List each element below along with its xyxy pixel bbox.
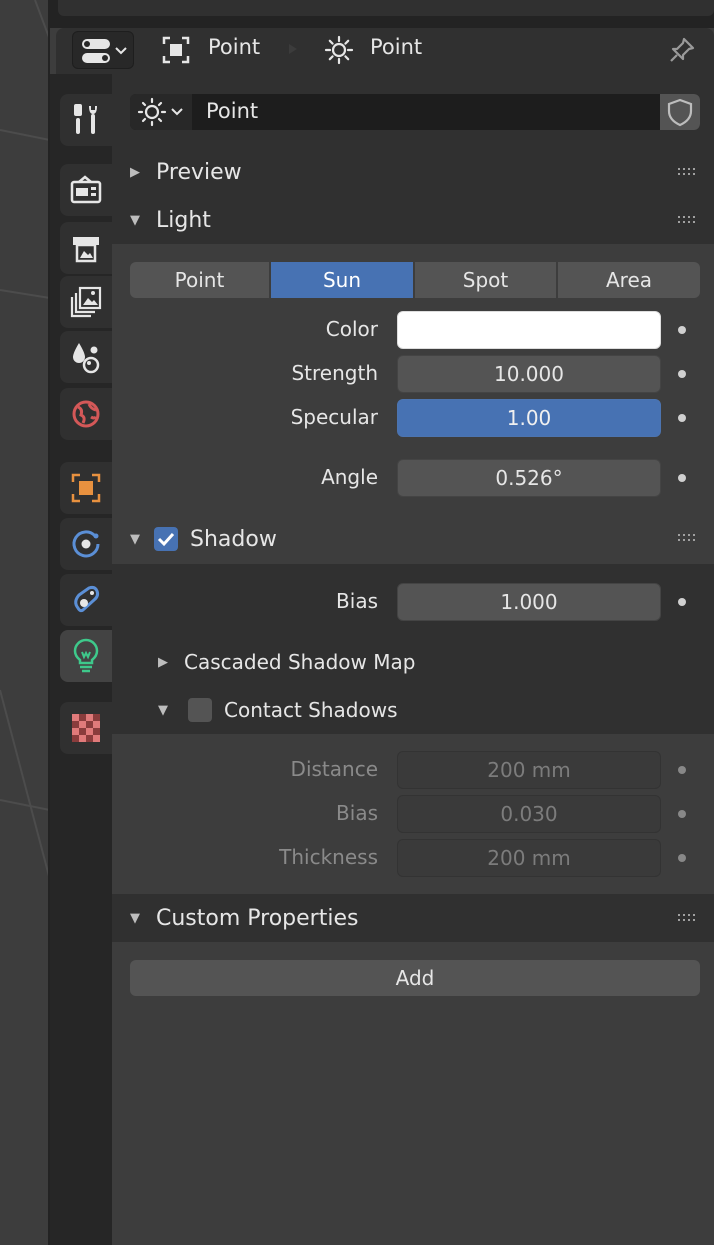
panel-shadow-title: Shadow [190, 526, 277, 552]
tab-physics[interactable] [60, 518, 112, 570]
object-icon [162, 36, 190, 64]
tab-light-data[interactable] [60, 630, 112, 682]
color-label: Color [325, 317, 378, 341]
specular-slider[interactable]: 1.00 [397, 399, 661, 437]
tab-render[interactable] [60, 164, 112, 216]
panel-preview-title: Preview [156, 159, 242, 185]
expanded-arrow-icon: ▼ [130, 531, 140, 547]
panel-light-header[interactable]: ▼ Light [112, 196, 714, 244]
panel-light-title: Light [156, 207, 211, 233]
printer-icon [73, 237, 99, 263]
tab-world[interactable] [60, 388, 112, 440]
wrench-screwdriver-icon [74, 104, 97, 134]
contact-thickness-field[interactable]: 200 mm [397, 839, 661, 877]
panel-custom-properties-header[interactable]: ▼ Custom Properties [112, 894, 714, 942]
tab-output[interactable] [60, 222, 112, 274]
specular-label: Specular [290, 405, 378, 429]
angle-label: Angle [321, 465, 378, 489]
fake-user-shield-icon [667, 98, 693, 127]
image-stack-icon [70, 286, 102, 318]
constraint-icon [74, 585, 100, 613]
light-data-icon [137, 97, 183, 127]
keyframe-dot-icon[interactable] [678, 474, 686, 482]
breadcrumb-separator-icon [289, 44, 297, 54]
contact-bias-label: Bias [336, 801, 378, 825]
tab-view-layer[interactable] [60, 276, 112, 328]
pin-icon[interactable] [668, 36, 696, 64]
object-square-icon [71, 473, 101, 503]
light-type-point[interactable]: Point [130, 262, 269, 298]
panel-preview-header[interactable]: ▶ Preview [112, 148, 714, 196]
datablock-name[interactable]: Point [206, 99, 258, 123]
tab-tool[interactable] [60, 94, 112, 146]
cascaded-shadow-map-title: Cascaded Shadow Map [184, 650, 416, 674]
expanded-arrow-icon: ▼ [130, 212, 140, 228]
datablock-browse-button[interactable] [130, 94, 192, 130]
checkmark-icon [157, 532, 175, 547]
tab-constraints[interactable] [60, 574, 112, 626]
cascaded-shadow-map-header[interactable]: ▶ Cascaded Shadow Map [158, 650, 415, 674]
checker-icon [72, 714, 100, 742]
panel-shadow-header[interactable]: ▼ Shadow [112, 514, 714, 564]
keyframe-dot-icon[interactable] [678, 854, 686, 862]
keyframe-dot-icon[interactable] [678, 414, 686, 422]
expanded-arrow-icon: ▼ [158, 702, 168, 718]
world-icon [72, 400, 100, 428]
keyframe-dot-icon[interactable] [678, 370, 686, 378]
contact-thickness-label: Thickness [279, 845, 378, 869]
properties-empty-area [112, 1024, 714, 1245]
angle-field[interactable]: 0.526° [397, 459, 661, 497]
drag-grip-icon[interactable] [678, 912, 700, 924]
scene-icon [73, 343, 100, 374]
drag-grip-icon[interactable] [678, 166, 700, 178]
contact-distance-label: Distance [290, 757, 378, 781]
light-type-area[interactable]: Area [558, 262, 700, 298]
collapsed-arrow-icon: ▶ [130, 164, 140, 180]
shadow-bias-label: Bias [336, 589, 378, 613]
shadow-bias-field[interactable]: 1.000 [397, 583, 661, 621]
drag-grip-icon[interactable] [678, 532, 700, 544]
drag-grip-icon[interactable] [678, 214, 700, 226]
physics-icon [72, 530, 100, 558]
light-type-sun[interactable]: Sun [271, 262, 413, 298]
contact-shadows-header[interactable]: ▼ Contact Shadows [158, 698, 398, 722]
tab-scene[interactable] [60, 331, 112, 383]
tab-object[interactable] [60, 462, 112, 514]
editor-type-icon [82, 39, 127, 63]
header-data-name[interactable]: Point [370, 35, 422, 59]
header-object-name[interactable]: Point [208, 35, 260, 59]
add-property-button[interactable]: Add [130, 960, 700, 996]
panel-custom-properties-title: Custom Properties [156, 905, 359, 931]
editor-type-button[interactable] [72, 31, 134, 69]
shadow-checkbox[interactable] [154, 527, 178, 551]
contact-distance-field[interactable]: 200 mm [397, 751, 661, 789]
strength-label: Strength [291, 361, 378, 385]
keyframe-dot-icon[interactable] [678, 598, 686, 606]
contact-shadows-checkbox[interactable] [188, 698, 212, 722]
tab-texture[interactable] [60, 702, 112, 754]
keyframe-dot-icon[interactable] [678, 766, 686, 774]
light-type-spot[interactable]: Spot [415, 262, 556, 298]
strength-field[interactable]: 10.000 [397, 355, 661, 393]
contact-bias-field[interactable]: 0.030 [397, 795, 661, 833]
fake-user-button[interactable] [660, 94, 700, 130]
keyframe-dot-icon[interactable] [678, 810, 686, 818]
expanded-arrow-icon: ▼ [130, 910, 140, 926]
3d-viewport-edge[interactable] [0, 0, 50, 1245]
contact-shadows-title: Contact Shadows [224, 698, 398, 722]
camera-back-icon [70, 175, 102, 204]
bulb-icon [73, 638, 99, 673]
keyframe-dot-icon[interactable] [678, 326, 686, 334]
collapsed-arrow-icon: ▶ [158, 654, 168, 670]
light-data-icon [324, 35, 354, 65]
top-area-strip [58, 0, 714, 16]
color-swatch[interactable] [397, 311, 661, 349]
